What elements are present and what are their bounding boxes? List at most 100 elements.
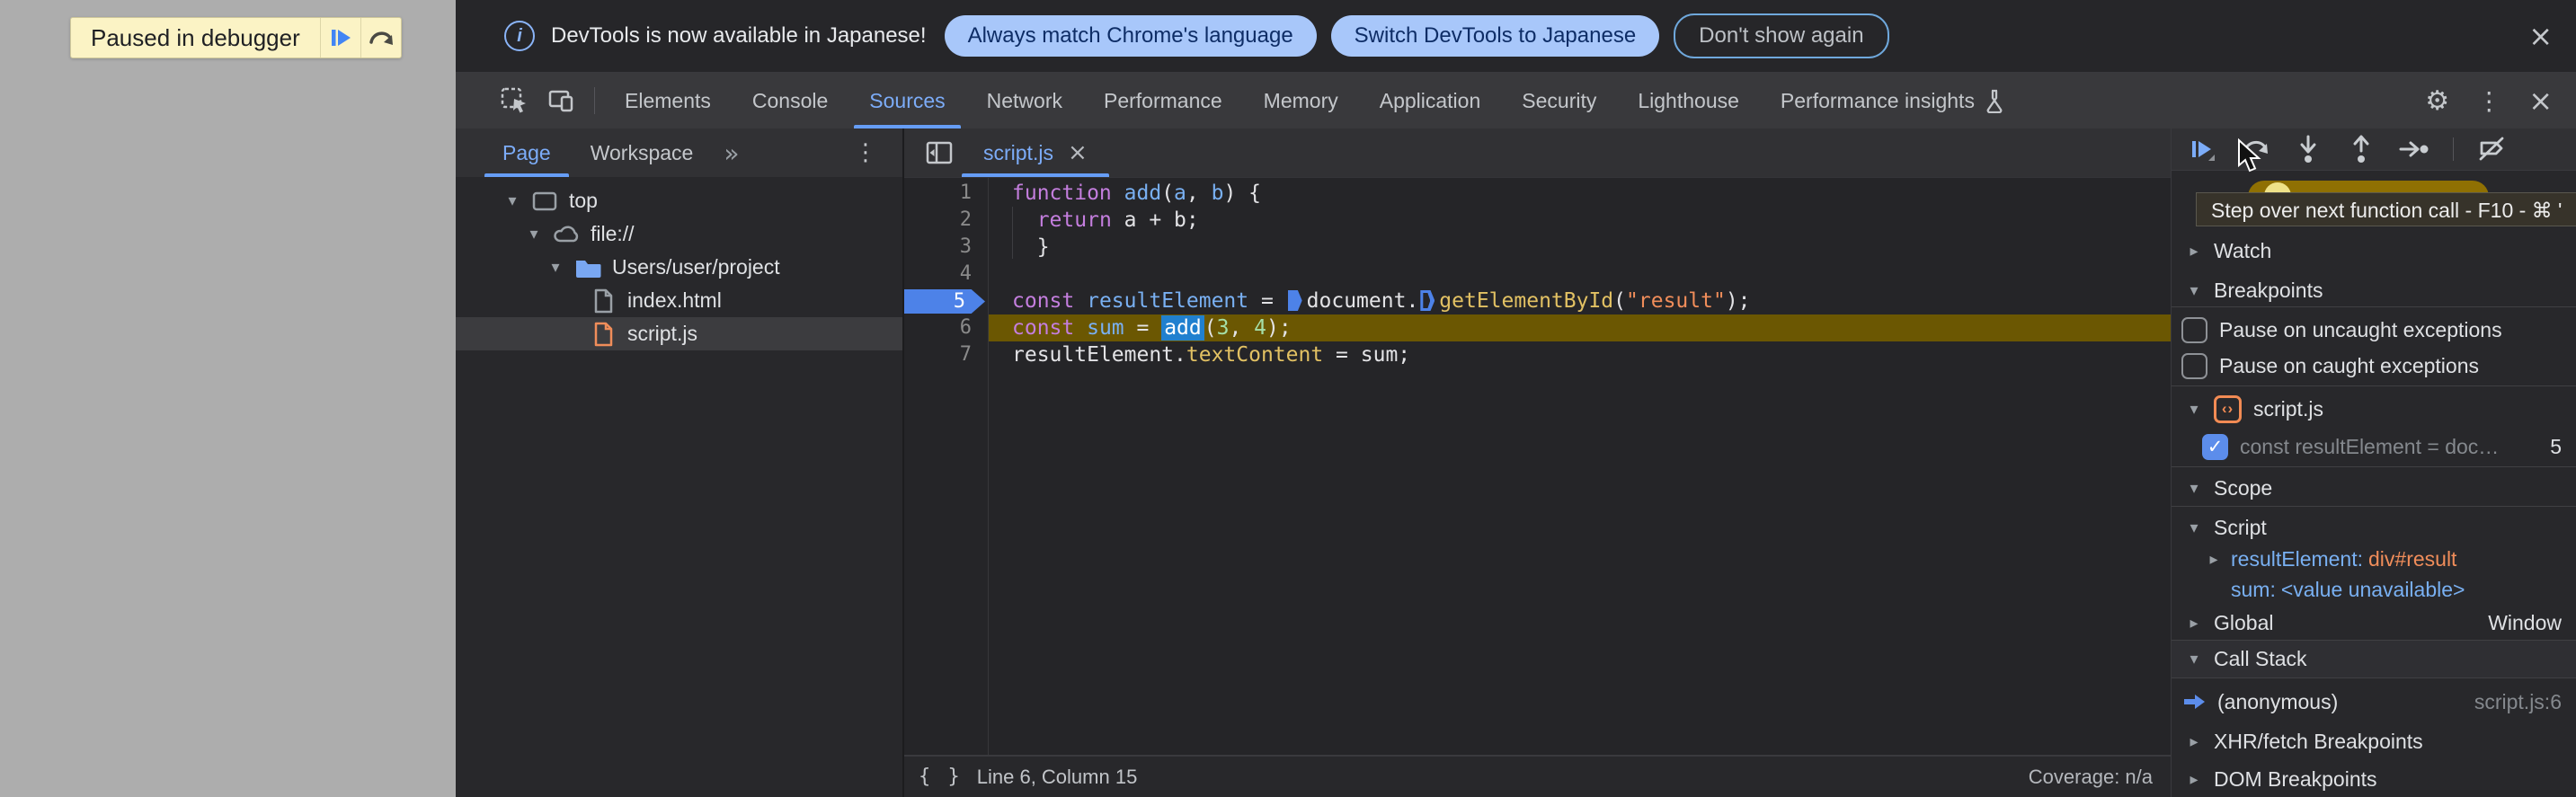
scope-var-sum[interactable]: sum: <value unavailable> <box>2172 574 2576 605</box>
checkbox-unchecked[interactable] <box>2181 316 2207 343</box>
switch-to-japanese-button[interactable]: Switch DevTools to Japanese <box>1330 15 1660 57</box>
devtools-close-icon[interactable]: × <box>2528 86 2553 115</box>
inline-breakpoint-marker[interactable] <box>1420 290 1435 311</box>
main-tab-sources[interactable]: Sources <box>848 73 965 128</box>
checkbox-checked[interactable]: ✓ <box>2202 433 2228 460</box>
pause-uncaught-row[interactable]: Pause on uncaught exceptions <box>2172 314 2576 346</box>
section-watch[interactable]: ▸ Watch <box>2172 235 2576 267</box>
dont-show-again-button[interactable]: Don't show again <box>1674 13 1889 58</box>
main-tab-performance-insights[interactable]: Performance insights <box>1760 73 2026 128</box>
expanded-triangle-icon[interactable]: ▾ <box>2186 518 2202 537</box>
code-area[interactable]: 1 function add(a, b) {2 return a + b; 3 } 4… <box>904 178 2171 755</box>
collapsed-triangle-icon[interactable]: ▸ <box>2186 732 2202 751</box>
hide-navigator-icon[interactable] <box>924 137 955 168</box>
section-call-stack[interactable]: ▾ Call Stack <box>2172 641 2576 677</box>
tree-item-folder[interactable]: ▾ Users/user/project <box>456 251 902 284</box>
tree-item-index-html[interactable]: index.html <box>456 284 902 317</box>
divider <box>2172 677 2576 678</box>
cloud-icon <box>552 220 581 249</box>
file-tree: ▾ top ▾ file:// ▾ Users/user/project ind… <box>456 177 902 350</box>
expand-triangle-icon[interactable]: ▾ <box>526 225 542 244</box>
collapsed-triangle-icon[interactable]: ▸ <box>2186 242 2202 261</box>
main-tab-network[interactable]: Network <box>966 73 1083 128</box>
section-dom-breakpoints[interactable]: ▸ DOM Breakpoints <box>2172 763 2576 795</box>
expanded-triangle-icon[interactable]: ▾ <box>2186 400 2202 419</box>
expanded-triangle-icon[interactable]: ▾ <box>2186 281 2202 300</box>
call-stack-frame-row[interactable]: (anonymous) script.js:6 <box>2172 686 2576 718</box>
expanded-triangle-icon[interactable]: ▾ <box>2186 650 2202 669</box>
gutter-line-2[interactable]: 2 <box>904 207 988 234</box>
breakpoint-item-row[interactable]: ✓ const resultElement = doc… 5 <box>2172 430 2576 463</box>
main-tab-security[interactable]: Security <box>1501 73 1617 128</box>
code-text-line-2: return a + b; <box>1036 208 1199 232</box>
expanded-triangle-icon[interactable]: ▾ <box>2186 479 2202 498</box>
navigator-sidebar: Page Workspace » ⋮ ▾ top ▾ file:// ▾ Use… <box>456 128 904 797</box>
sources-panel: Page Workspace » ⋮ ▾ top ▾ file:// ▾ Use… <box>456 128 2576 797</box>
step-over-button-banner[interactable] <box>360 18 401 58</box>
resume-script-icon[interactable] <box>2186 133 2218 165</box>
gutter-line-3[interactable]: 3 <box>904 234 988 261</box>
code-line-7: 7 resultElement.textContent = sum; <box>904 341 2171 368</box>
more-tabs-chevron[interactable]: » <box>724 138 739 168</box>
divider <box>2172 466 2576 467</box>
toolbar-separator <box>594 87 595 114</box>
editor-tab-script-js[interactable]: script.js × <box>962 128 1109 177</box>
step-into-icon[interactable] <box>2292 133 2324 165</box>
expand-triangle-icon[interactable]: ▾ <box>504 191 520 210</box>
section-scope[interactable]: ▾ Scope <box>2172 472 2576 504</box>
main-tab-console[interactable]: Console <box>732 73 848 128</box>
gutter-line-5[interactable]: 5 <box>904 288 988 314</box>
settings-gear-icon[interactable]: ⚙ <box>2425 85 2449 117</box>
navigator-kebab-icon[interactable]: ⋮ <box>854 139 877 166</box>
scope-var-resultelement[interactable]: ▸ resultElement: div#result <box>2172 544 2576 574</box>
inspect-element-icon[interactable] <box>499 85 529 116</box>
step-out-icon[interactable] <box>2345 133 2377 165</box>
tab-workspace[interactable]: Workspace <box>571 128 714 177</box>
device-toolbar-icon[interactable] <box>546 85 576 116</box>
tab-page[interactable]: Page <box>483 128 571 177</box>
gutter-line-6[interactable]: 6 <box>904 314 988 341</box>
collapsed-triangle-icon[interactable]: ▸ <box>2186 770 2202 789</box>
breakpoint-group-row[interactable]: ▾ ‹› script.js <box>2172 393 2576 425</box>
gutter-line-4[interactable]: 4 <box>904 261 988 288</box>
resume-script-button[interactable] <box>319 18 360 58</box>
global-value: Window <box>2488 610 2562 634</box>
main-tab-application[interactable]: Application <box>1359 73 1502 128</box>
expand-triangle-icon[interactable]: ▾ <box>547 258 564 277</box>
folder-icon <box>573 253 602 282</box>
tree-item-label: top <box>569 189 598 212</box>
breakpoint-tag[interactable]: 5 <box>904 289 985 314</box>
code-line-5: 5 const resultElement = document. getEleme… <box>904 288 2171 314</box>
always-match-language-button[interactable]: Always match Chrome's language <box>944 15 1317 57</box>
code-text-line-5: const resultElement = document. getElemen… <box>1012 289 1751 313</box>
mouse-cursor <box>2236 137 2267 179</box>
inline-breakpoint-marker[interactable] <box>1287 290 1302 311</box>
js-file-icon <box>589 320 617 349</box>
frame-icon <box>530 187 559 216</box>
editor-tab-close-icon[interactable]: × <box>1068 141 1088 164</box>
main-tab-lighthouse[interactable]: Lighthouse <box>1617 73 1760 128</box>
gutter-line-1[interactable]: 1 <box>904 180 988 207</box>
main-tab-performance[interactable]: Performance <box>1083 73 1243 128</box>
infobar-close-icon[interactable]: × <box>2528 22 2553 50</box>
step-icon[interactable] <box>2398 133 2430 165</box>
code-text-line-3: } <box>1012 235 1050 259</box>
deactivate-breakpoints-icon[interactable] <box>2476 133 2509 165</box>
scope-global-row[interactable]: ▸ Global Window <box>2172 607 2576 639</box>
more-options-kebab-icon[interactable]: ⋮ <box>2476 86 2501 116</box>
pause-caught-row[interactable]: Pause on caught exceptions <box>2172 350 2576 382</box>
gutter-line-7[interactable]: 7 <box>904 341 988 368</box>
main-tab-memory[interactable]: Memory <box>1243 73 1359 128</box>
tree-item-script-js[interactable]: script.js <box>456 317 902 350</box>
checkbox-unchecked[interactable] <box>2181 352 2207 379</box>
collapsed-triangle-icon[interactable]: ▸ <box>2186 614 2202 633</box>
main-tab-elements[interactable]: Elements <box>604 73 732 128</box>
section-breakpoints[interactable]: ▾ Breakpoints <box>2172 274 2576 306</box>
collapsed-triangle-icon[interactable]: ▸ <box>2206 550 2222 569</box>
tree-item-file-origin[interactable]: ▾ file:// <box>456 217 902 251</box>
pretty-print-icon[interactable]: { } <box>919 766 963 788</box>
tree-item-top[interactable]: ▾ top <box>456 184 902 217</box>
section-xhr-breakpoints[interactable]: ▸ XHR/fetch Breakpoints <box>2172 725 2576 757</box>
editor: script.js × 1 function add(a, b) {2 retur… <box>904 128 2171 797</box>
scope-script-row[interactable]: ▾ Script <box>2172 511 2576 544</box>
